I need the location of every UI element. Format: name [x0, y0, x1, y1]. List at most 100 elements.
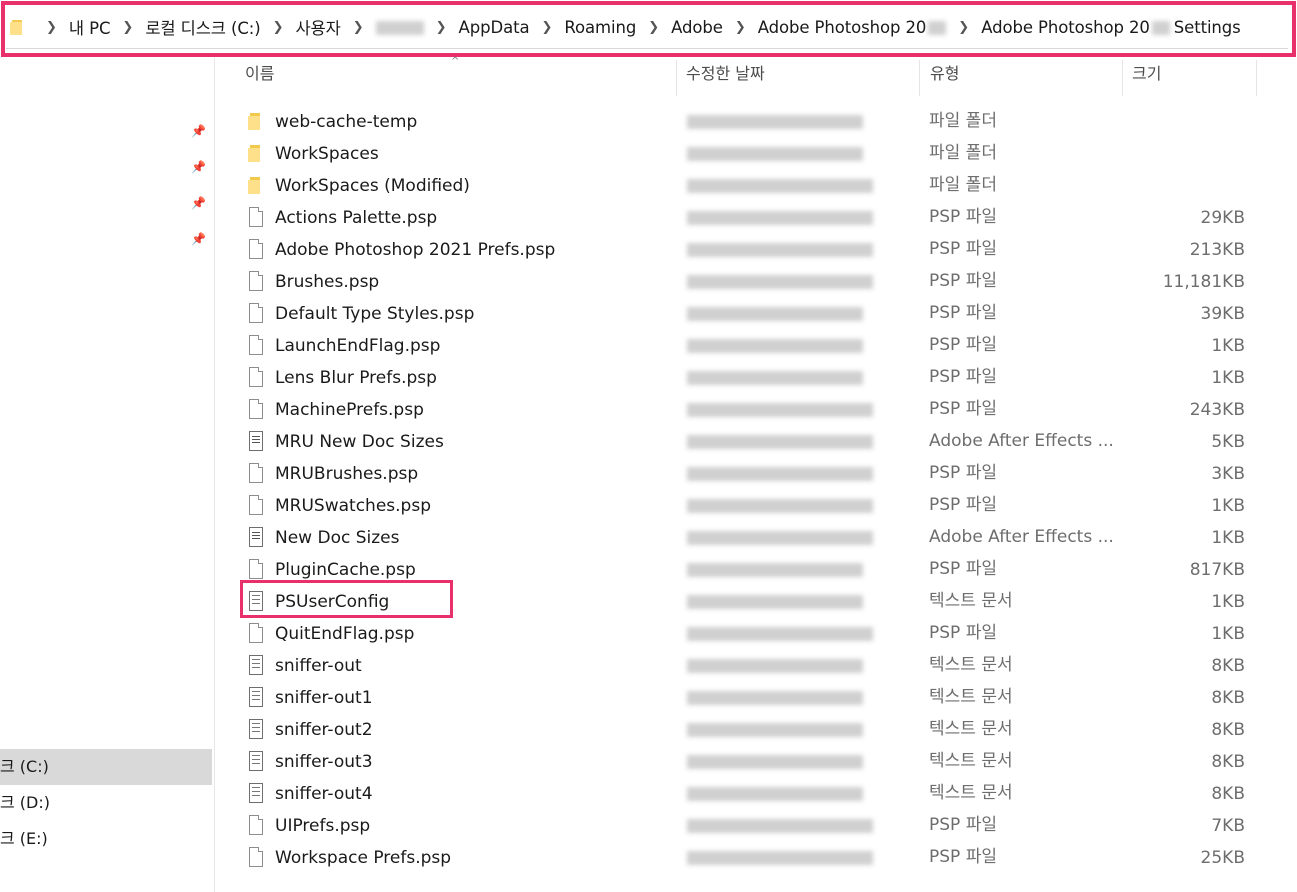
column-header-size[interactable]: 크기 — [1132, 58, 1252, 94]
file-type: 텍스트 문서 — [929, 751, 1013, 771]
file-row[interactable]: PluginCache.psp PSP 파일 817KB — [216, 554, 1297, 586]
file-row[interactable]: WorkSpaces 파일 폴더 — [216, 138, 1297, 170]
file-name[interactable]: Actions Palette.psp — [275, 202, 437, 234]
file-name[interactable]: Default Type Styles.psp — [275, 298, 474, 330]
file-row[interactable]: Brushes.psp PSP 파일 11,181KB — [216, 266, 1297, 298]
file-type: 텍스트 문서 — [929, 655, 1013, 675]
file-row[interactable]: Adobe Photoshop 2021 Prefs.psp PSP 파일 213K… — [216, 234, 1297, 266]
file-name[interactable]: MachinePrefs.psp — [275, 394, 424, 426]
column-header-name[interactable]: 이름 — [245, 58, 675, 94]
file-name[interactable]: PSUserConfig — [275, 586, 389, 618]
breadcrumb-item-photoshop-settings[interactable]: Adobe Photoshop 20 Settings — [981, 18, 1241, 37]
breadcrumb-item-adobe[interactable]: Adobe — [671, 18, 723, 37]
breadcrumb-item-this-pc[interactable]: 내 PC — [69, 15, 111, 39]
file-row[interactable]: sniffer-out1 텍스트 문서 8KB — [216, 682, 1297, 714]
file-name[interactable]: sniffer-out — [275, 650, 362, 682]
navigation-pane[interactable]: 📌 📌 📌 📌 크 (C:) 크 (D:) 크 (E:) — [0, 58, 215, 892]
file-row[interactable]: MRU New Doc Sizes Adobe After Effects ...… — [216, 426, 1297, 458]
file-name[interactable]: PluginCache.psp — [275, 554, 416, 586]
breadcrumb-item-users[interactable]: 사용자 — [295, 15, 340, 39]
file-icon — [246, 271, 266, 293]
nav-item-drive-e[interactable]: 크 (E:) — [0, 821, 212, 857]
file-type: PSP 파일 — [929, 207, 997, 227]
file-name[interactable]: Adobe Photoshop 2021 Prefs.psp — [275, 234, 555, 266]
file-size: 1KB — [1211, 624, 1245, 644]
folder-icon — [246, 143, 266, 165]
file-modified-date-redacted — [687, 275, 873, 289]
file-row[interactable]: sniffer-out2 텍스트 문서 8KB — [216, 714, 1297, 746]
address-bar[interactable]: ❯ 내 PC ❯ 로컬 디스크 (C:) ❯ 사용자 ❯ ❯ AppData ❯… — [0, 0, 1297, 58]
file-size: 1KB — [1211, 592, 1245, 612]
breadcrumb-item-username[interactable] — [375, 18, 424, 37]
column-header-type[interactable]: 유형 — [930, 58, 1120, 94]
file-type: Adobe After Effects ... — [929, 431, 1114, 451]
file-modified-date-redacted — [687, 211, 873, 225]
file-name[interactable]: QuitEndFlag.psp — [275, 618, 414, 650]
file-type: 파일 폴더 — [929, 143, 997, 163]
text-file-icon — [246, 783, 266, 805]
file-size: 25KB — [1200, 848, 1245, 868]
file-row[interactable]: LaunchEndFlag.psp PSP 파일 1KB — [216, 330, 1297, 362]
file-icon — [246, 239, 266, 261]
file-row[interactable]: Actions Palette.psp PSP 파일 29KB — [216, 202, 1297, 234]
file-name[interactable]: web-cache-temp — [275, 106, 417, 138]
pin-icon: 📌 — [191, 196, 206, 210]
file-row[interactable]: MachinePrefs.psp PSP 파일 243KB — [216, 394, 1297, 426]
file-row[interactable]: MRUSwatches.psp PSP 파일 1KB — [216, 490, 1297, 522]
file-row[interactable]: web-cache-temp 파일 폴더 — [216, 106, 1297, 138]
nav-item-drive-d[interactable]: 크 (D:) — [0, 785, 212, 821]
file-modified-date-redacted — [687, 691, 863, 705]
file-type: PSP 파일 — [929, 335, 997, 355]
file-name[interactable]: WorkSpaces — [275, 138, 379, 170]
file-size: 817KB — [1189, 560, 1245, 580]
breadcrumb[interactable]: ❯ 내 PC ❯ 로컬 디스크 (C:) ❯ 사용자 ❯ ❯ AppData ❯… — [6, 5, 1288, 49]
file-row[interactable]: sniffer-out4 텍스트 문서 8KB — [216, 778, 1297, 810]
file-name[interactable]: MRUBrushes.psp — [275, 458, 418, 490]
file-row[interactable]: sniffer-out3 텍스트 문서 8KB — [216, 746, 1297, 778]
column-header-date[interactable]: 수정한 날짜 — [686, 58, 916, 94]
file-name[interactable]: sniffer-out1 — [275, 682, 373, 714]
column-divider[interactable] — [1122, 60, 1123, 96]
file-type: PSP 파일 — [929, 271, 997, 291]
file-row[interactable]: MRUBrushes.psp PSP 파일 3KB — [216, 458, 1297, 490]
file-name[interactable]: WorkSpaces (Modified) — [275, 170, 470, 202]
column-divider[interactable] — [919, 60, 920, 96]
pin-icon: 📌 — [191, 232, 206, 246]
file-row[interactable]: sniffer-out 텍스트 문서 8KB — [216, 650, 1297, 682]
file-row[interactable]: New Doc Sizes Adobe After Effects ... 1KB — [216, 522, 1297, 554]
file-type: PSP 파일 — [929, 623, 997, 643]
file-name[interactable]: MRUSwatches.psp — [275, 490, 431, 522]
list-file-icon — [246, 527, 266, 549]
file-modified-date-redacted — [687, 723, 863, 737]
file-name[interactable]: Lens Blur Prefs.psp — [275, 362, 437, 394]
file-row[interactable]: Workspace Prefs.psp PSP 파일 25KB — [216, 842, 1297, 874]
file-name[interactable]: UIPrefs.psp — [275, 810, 370, 842]
breadcrumb-item-photoshop[interactable]: Adobe Photoshop 20 — [758, 18, 947, 37]
file-modified-date-redacted — [687, 307, 863, 321]
file-name[interactable]: LaunchEndFlag.psp — [275, 330, 440, 362]
file-icon — [246, 623, 266, 645]
file-modified-date-redacted — [687, 371, 863, 385]
file-row[interactable]: Default Type Styles.psp PSP 파일 39KB — [216, 298, 1297, 330]
breadcrumb-item-local-disk[interactable]: 로컬 디스크 (C:) — [145, 15, 260, 39]
file-type: PSP 파일 — [929, 847, 997, 867]
file-row[interactable]: WorkSpaces (Modified) 파일 폴더 — [216, 170, 1297, 202]
file-row[interactable]: Lens Blur Prefs.psp PSP 파일 1KB — [216, 362, 1297, 394]
file-name[interactable]: sniffer-out3 — [275, 746, 373, 778]
file-row[interactable]: UIPrefs.psp PSP 파일 7KB — [216, 810, 1297, 842]
breadcrumb-item-appdata[interactable]: AppData — [459, 18, 530, 37]
breadcrumb-item-roaming[interactable]: Roaming — [564, 18, 636, 37]
column-divider[interactable] — [676, 60, 677, 96]
file-name[interactable]: sniffer-out2 — [275, 714, 373, 746]
file-name[interactable]: Workspace Prefs.psp — [275, 842, 451, 874]
file-row[interactable]: QuitEndFlag.psp PSP 파일 1KB — [216, 618, 1297, 650]
file-row[interactable]: PSUserConfig 텍스트 문서 1KB — [216, 586, 1297, 618]
nav-item-drive-c[interactable]: 크 (C:) — [0, 749, 212, 785]
chevron-right-icon: ❯ — [734, 19, 746, 35]
file-name[interactable]: sniffer-out4 — [275, 778, 373, 810]
column-divider[interactable] — [1256, 60, 1257, 96]
file-name[interactable]: MRU New Doc Sizes — [275, 426, 444, 458]
file-name[interactable]: Brushes.psp — [275, 266, 379, 298]
file-name[interactable]: New Doc Sizes — [275, 522, 399, 554]
file-modified-date-redacted — [687, 755, 863, 769]
